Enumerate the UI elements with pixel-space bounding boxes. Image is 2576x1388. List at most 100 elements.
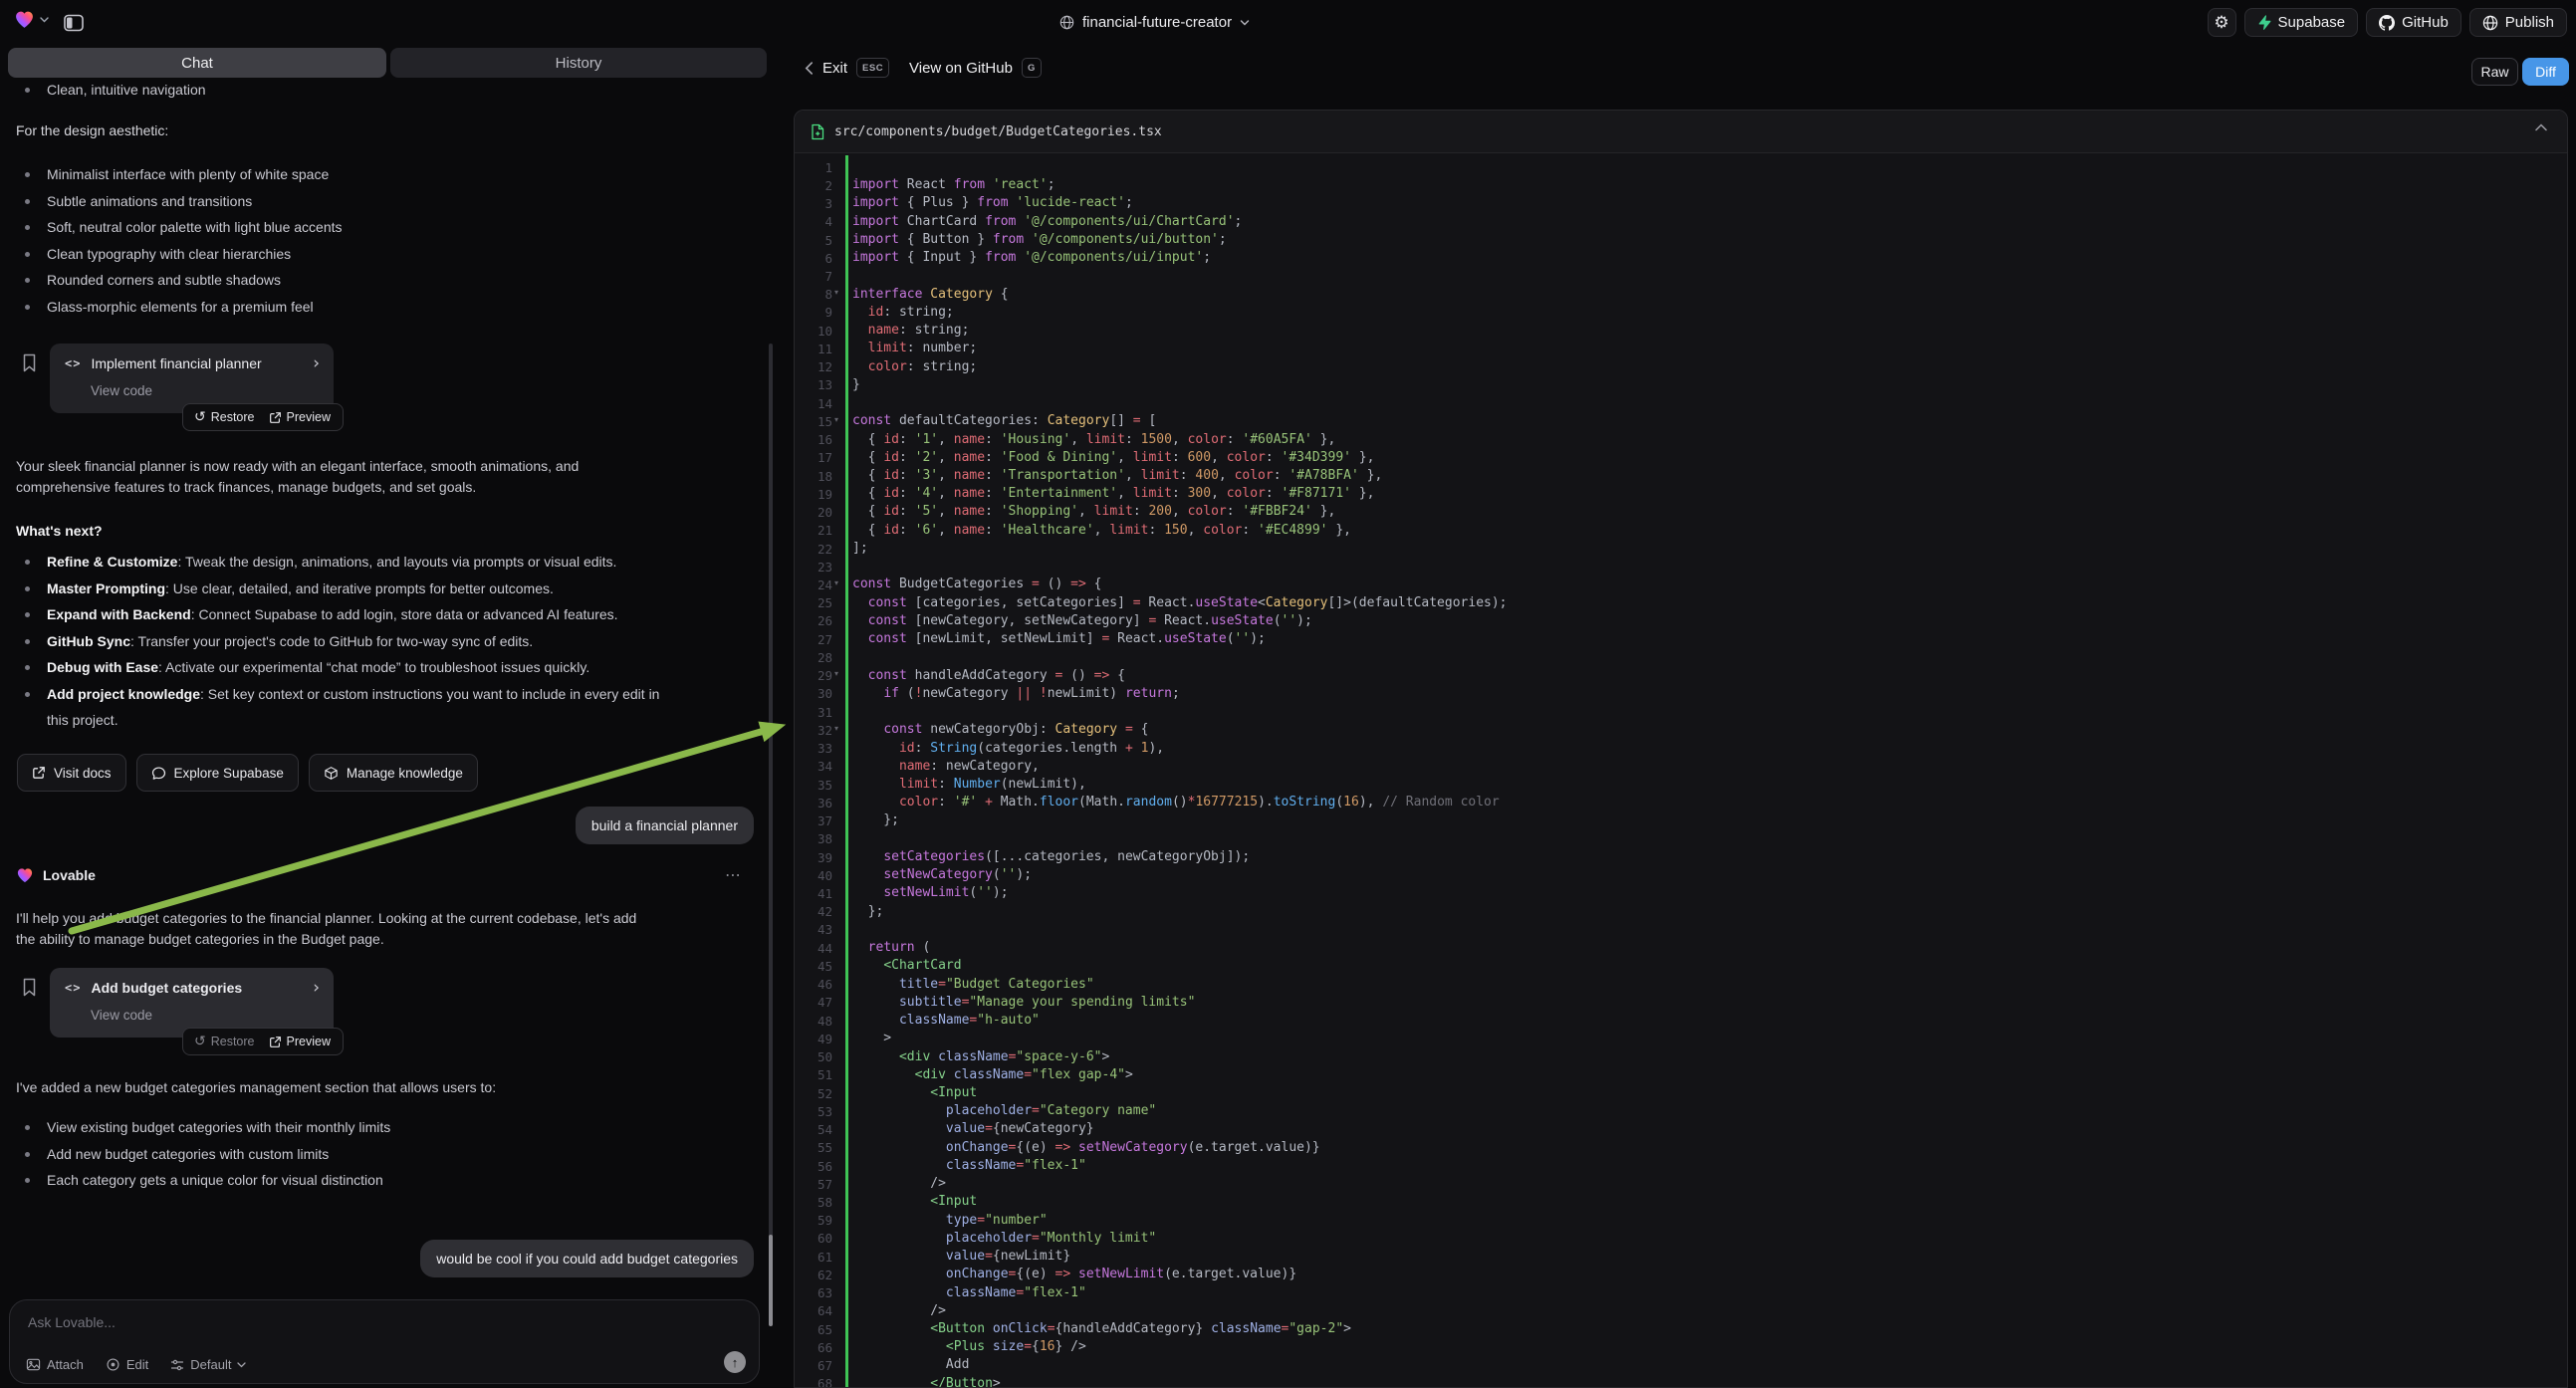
globe-icon [1059, 15, 1074, 30]
model-mode-select[interactable]: Default [170, 1357, 246, 1372]
chevron-left-icon [805, 62, 814, 75]
code-line: 27 const [newLimit, setNewLimit] = React… [795, 630, 2567, 648]
restore-icon: ↺ [194, 1035, 206, 1048]
fold-chevron-icon[interactable]: ▾ [834, 724, 838, 733]
file-path: src/components/budget/BudgetCategories.t… [834, 124, 1162, 139]
github-button[interactable]: GitHub [2366, 8, 2461, 37]
fold-chevron-icon[interactable]: ▾ [834, 578, 838, 587]
code-line: 11 limit: number; [795, 340, 2567, 357]
preview-label: Preview [287, 1035, 331, 1048]
exit-label: Exit [822, 60, 847, 77]
intro-list: Clean, intuitive navigation [16, 77, 749, 104]
code-line: 2import React from 'react'; [795, 176, 2567, 194]
bookmark-icon[interactable] [22, 978, 37, 997]
code-line: 37 }; [795, 811, 2567, 829]
diff-toggle-button[interactable]: Diff [2522, 58, 2569, 86]
code-line: 30 if (!newCategory || !newLimit) return… [795, 685, 2567, 703]
code-line: 3import { Plus } from 'lucide-react'; [795, 194, 2567, 212]
list-item: Rounded corners and subtle shadows [16, 267, 749, 294]
file-header[interactable]: src/components/budget/BudgetCategories.t… [795, 111, 2567, 153]
collapse-file-button[interactable] [2535, 123, 2547, 131]
code-line: 32▾ const newCategoryObj: Category = { [795, 721, 2567, 739]
code-line: 47 subtitle="Manage your spending limits… [795, 994, 2567, 1012]
file-added-icon [811, 123, 824, 140]
exit-button[interactable]: Exit ESC [805, 58, 889, 78]
code-line: 51 <div className="flex gap-4"> [795, 1066, 2567, 1084]
code-line: 55 onChange={(e) => setNewCategory(e.tar… [795, 1139, 2567, 1157]
fold-chevron-icon[interactable]: ▾ [834, 288, 838, 297]
explore-supabase-button[interactable]: Explore Supabase [136, 754, 299, 792]
edit-mode-button[interactable]: Edit [106, 1357, 148, 1372]
code-line: 26 const [newCategory, setNewCategory] =… [795, 612, 2567, 630]
code-line: 36 color: '#' + Math.floor(Math.random()… [795, 794, 2567, 811]
fold-chevron-icon[interactable]: ▾ [834, 669, 838, 678]
list-item: Soft, neutral color palette with light b… [16, 214, 749, 241]
code-line: 10 name: string; [795, 322, 2567, 340]
list-item: Each category gets a unique color for vi… [16, 1167, 749, 1194]
manage-knowledge-label: Manage knowledge [347, 766, 463, 781]
preview-button[interactable]: Preview [269, 1035, 331, 1048]
settings-button[interactable]: ⚙ [2208, 8, 2236, 37]
external-link-icon [269, 411, 282, 424]
code-line: 13} [795, 376, 2567, 394]
message-menu-button[interactable]: ⋯ [725, 865, 743, 884]
github-label: GitHub [2402, 14, 2449, 31]
chat-scrollbar-track[interactable] [769, 344, 773, 1294]
version-actions: ↺ Restore Preview [182, 403, 344, 431]
list-item: View existing budget categories with the… [16, 1114, 749, 1141]
code-line: 23 [795, 558, 2567, 576]
view-code-link[interactable]: View code [91, 1008, 152, 1023]
chat-panel: Chat History Clean, intuitive navigation… [0, 45, 777, 1388]
bookmark-icon[interactable] [22, 353, 37, 372]
visit-docs-button[interactable]: Visit docs [17, 754, 126, 792]
code-line: 54 value={newCategory} [795, 1120, 2567, 1138]
supabase-label: Supabase [2278, 14, 2346, 31]
lovable-heart-icon [14, 10, 35, 29]
raw-toggle-button[interactable]: Raw [2471, 58, 2518, 86]
list-item: Master Prompting: Use clear, detailed, a… [16, 576, 749, 602]
code-line: 19 { id: '4', name: 'Entertainment', lim… [795, 485, 2567, 503]
sidebar-toggle-button[interactable] [60, 9, 88, 36]
restore-button[interactable]: ↺ Restore [194, 410, 255, 424]
project-switcher[interactable]: financial-future-creator [1059, 8, 1250, 37]
fold-chevron-icon[interactable]: ▾ [834, 415, 838, 424]
send-button[interactable]: ↑ [724, 1351, 746, 1373]
code-line: 45 <ChartCard [795, 957, 2567, 975]
attach-button[interactable]: Attach [26, 1357, 84, 1372]
code-line: 42 }; [795, 903, 2567, 921]
code-brackets-icon: <> [65, 981, 81, 995]
g-shortcut-badge: G [1022, 58, 1042, 78]
tab-history[interactable]: History [390, 48, 767, 78]
edit-label: Edit [126, 1357, 148, 1372]
publish-button[interactable]: Publish [2469, 8, 2567, 37]
chat-input[interactable] [26, 1312, 627, 1350]
assistant-intro-paragraph: I'll help you add budget categories to t… [16, 908, 749, 950]
code-line: 49 > [795, 1030, 2567, 1047]
supabase-button[interactable]: Supabase [2244, 8, 2359, 37]
code-line: 63 className="flex-1" [795, 1284, 2567, 1302]
code-line: 68 </Button> [795, 1375, 2567, 1388]
lovable-logo-menu[interactable] [14, 10, 49, 29]
code-content[interactable]: 12import React from 'react';3import { Pl… [795, 153, 2567, 1388]
list-item: GitHub Sync: Transfer your project's cod… [16, 628, 749, 655]
code-line: 50 <div className="space-y-6"> [795, 1047, 2567, 1065]
manage-knowledge-button[interactable]: Manage knowledge [309, 754, 478, 792]
code-line: 15▾const defaultCategories: Category[] =… [795, 412, 2567, 430]
code-line: 61 value={newLimit} [795, 1248, 2567, 1266]
code-line: 8▾interface Category { [795, 286, 2567, 304]
chat-scrollbar-thumb[interactable] [769, 1235, 773, 1326]
code-line: 43 [795, 921, 2567, 939]
tab-chat[interactable]: Chat [8, 48, 386, 78]
preview-button[interactable]: Preview [269, 410, 331, 424]
visit-docs-label: Visit docs [54, 766, 112, 781]
suggestion-buttons: Visit docs Explore Supabase Manage knowl… [17, 754, 478, 792]
view-on-github-button[interactable]: View on GitHub G [909, 58, 1042, 78]
list-item: Clean typography with clear hierarchies [16, 241, 749, 268]
code-line: 12 color: string; [795, 358, 2567, 376]
project-name: financial-future-creator [1082, 14, 1232, 31]
code-line: 16 { id: '1', name: 'Housing', limit: 15… [795, 431, 2567, 449]
restore-button[interactable]: ↺ Restore [194, 1035, 255, 1048]
code-line: 28 [795, 648, 2567, 666]
view-code-link[interactable]: View code [91, 383, 152, 398]
publish-label: Publish [2505, 14, 2554, 31]
